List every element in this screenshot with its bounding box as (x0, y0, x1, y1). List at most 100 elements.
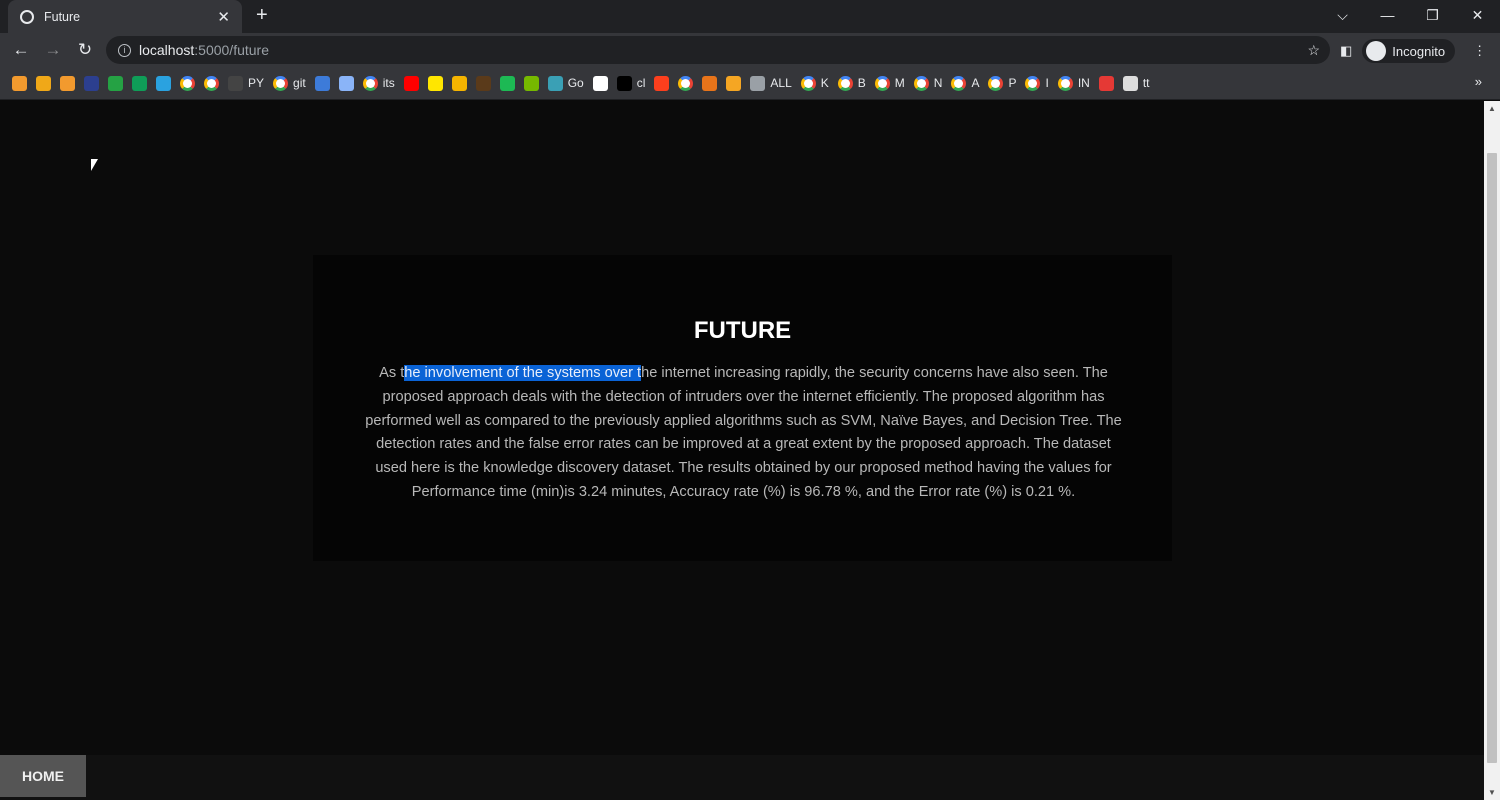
bookmark-label: B (857, 76, 866, 90)
bookmark-item[interactable] (427, 75, 443, 91)
side-panel-icon[interactable]: ◧ (1340, 43, 1352, 59)
tab-search-icon[interactable]: ⌵ (1320, 0, 1365, 30)
bookmark-favicon-icon (750, 75, 766, 91)
bookmark-item[interactable] (726, 75, 742, 91)
address-bar[interactable]: i localhost:5000/future ☆ (106, 36, 1330, 64)
bookmark-item[interactable] (592, 75, 608, 91)
bookmark-item[interactable] (132, 75, 147, 91)
bookmark-item[interactable] (338, 75, 354, 91)
future-card: FUTURE As the involvement of the systems… (313, 255, 1172, 561)
globe-icon (20, 9, 34, 24)
google-icon (951, 75, 967, 91)
bookmark-item[interactable] (84, 75, 99, 91)
bookmark-item[interactable] (499, 75, 515, 91)
bookmark-label: cl (636, 76, 646, 90)
minimize-button[interactable]: — (1365, 0, 1410, 30)
bookmark-item[interactable] (60, 75, 75, 91)
bookmarks-bar: PY git its Go cl ALL K B M N A P I IN tt (0, 67, 1500, 100)
bookmark-item[interactable]: cl (616, 75, 646, 91)
bookmark-item[interactable]: A (951, 75, 980, 91)
bookmark-item[interactable] (475, 75, 491, 91)
bookmark-item[interactable]: I (1025, 75, 1049, 91)
google-icon (273, 75, 289, 91)
bookmark-item[interactable]: K (800, 75, 829, 91)
bookmark-item[interactable] (523, 75, 539, 91)
home-button[interactable]: HOME (0, 755, 86, 797)
bookmark-label: IN (1077, 76, 1090, 90)
google-icon (913, 75, 929, 91)
para-text: As t (379, 365, 405, 381)
bookmark-item[interactable] (654, 75, 670, 91)
bookmark-favicon-icon (616, 75, 632, 91)
bookmark-favicon-icon (592, 75, 608, 91)
bookmark-item[interactable]: N (913, 75, 942, 91)
bookmark-item[interactable]: B (837, 75, 866, 91)
more-bookmarks-icon[interactable]: » (1475, 74, 1482, 89)
page-title: FUTURE (693, 317, 792, 344)
bookmark-item[interactable]: PY (228, 75, 265, 91)
bookmark-favicon-icon (427, 75, 443, 91)
bookmark-item[interactable] (678, 75, 694, 91)
bookmark-item[interactable] (156, 75, 171, 91)
bookmark-label: I (1045, 76, 1049, 90)
bookmark-favicon-icon (523, 75, 539, 91)
future-paragraph: As the involvement of the systems over t… (365, 362, 1122, 505)
restore-button[interactable]: ❐ (1410, 0, 1455, 30)
back-button[interactable]: ← (5, 40, 37, 60)
bookmark-label: K (820, 76, 829, 90)
bookmark-item[interactable] (36, 75, 51, 91)
bookmark-item[interactable] (204, 75, 219, 91)
scroll-down-icon[interactable]: ▼ (1488, 788, 1496, 797)
bookmark-favicon-icon (36, 75, 51, 91)
close-window-button[interactable]: ✕ (1455, 0, 1500, 30)
bookmark-item[interactable] (108, 75, 123, 91)
bookmark-item[interactable] (702, 75, 718, 91)
scrollbar-thumb[interactable] (1487, 153, 1497, 763)
scroll-up-icon[interactable]: ▲ (1488, 104, 1496, 113)
google-icon (1057, 75, 1073, 91)
bookmark-item[interactable]: M (874, 75, 905, 91)
info-icon[interactable]: i (118, 43, 131, 57)
bookmark-favicon-icon (132, 75, 147, 91)
bookmark-item[interactable] (403, 75, 419, 91)
bookmark-label: A (971, 76, 980, 90)
bookmark-item[interactable] (451, 75, 467, 91)
bookmark-item[interactable] (12, 75, 27, 91)
bookmark-favicon-icon (314, 75, 330, 91)
bookmark-favicon-icon (156, 75, 171, 91)
bookmark-item[interactable]: ALL (750, 75, 792, 91)
tab-future[interactable]: Future ✕ (8, 0, 242, 33)
bookmark-item[interactable] (1098, 75, 1114, 91)
url-host: localhost (139, 42, 195, 58)
bookmark-label: PY (248, 76, 265, 90)
bookmark-star-icon[interactable]: ☆ (1307, 42, 1320, 59)
bookmark-item[interactable]: Go (547, 75, 584, 91)
scrollbar[interactable]: ▲ ▼ (1484, 101, 1500, 800)
bookmark-item[interactable] (314, 75, 330, 91)
bookmark-favicon-icon (1122, 75, 1138, 91)
bookmark-item[interactable]: git (273, 75, 306, 91)
incognito-badge[interactable]: Incognito (1362, 39, 1456, 63)
incognito-label: Incognito (1392, 43, 1446, 59)
google-icon (678, 75, 694, 91)
bookmark-favicon-icon (654, 75, 670, 91)
bookmark-item[interactable]: P (988, 75, 1017, 91)
bookmark-label: P (1008, 76, 1017, 90)
menu-icon[interactable]: ⋮ (1473, 43, 1486, 59)
bookmark-favicon-icon (726, 75, 742, 91)
google-icon (362, 75, 378, 91)
footer: HOME (0, 755, 1484, 800)
bookmark-favicon-icon (702, 75, 718, 91)
window-controls: ⌵ — ❐ ✕ (1320, 0, 1500, 30)
bookmark-label: ALL (770, 76, 792, 90)
google-icon (1025, 75, 1041, 91)
bookmark-item[interactable] (180, 75, 195, 91)
new-tab-button[interactable]: + (256, 4, 268, 27)
close-tab-icon[interactable]: ✕ (217, 8, 230, 26)
bookmark-item[interactable]: its (362, 75, 395, 91)
bookmark-favicon-icon (475, 75, 491, 91)
reload-button[interactable]: ↻ (69, 40, 101, 60)
bookmark-item[interactable]: IN (1057, 75, 1090, 91)
bookmark-item[interactable]: tt (1122, 75, 1150, 91)
forward-button[interactable]: → (37, 40, 69, 60)
